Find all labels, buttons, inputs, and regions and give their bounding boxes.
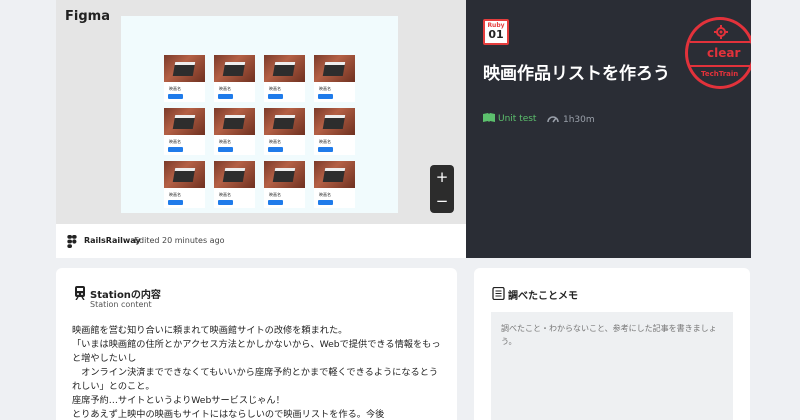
movie-thumbnail	[214, 55, 255, 82]
movie-title: 映画名	[169, 86, 181, 91]
station-content-line: とりあえず上映中の映画もサイトにはならしいので映画リストを作る。今後	[72, 409, 385, 420]
movie-thumbnail	[214, 161, 255, 188]
memo-card: 調べたことメモ	[474, 268, 750, 420]
movie-title: 映画名	[219, 139, 231, 144]
station-content-body: 映画館を営む知り合いに頼まれて映画館サイトの改修を頼まれた。「いまは映画館の住所…	[72, 324, 446, 420]
movie-title: 映画名	[319, 139, 331, 144]
station-content-line: 映画館を営む知り合いに頼まれて映画館サイトの改修を頼まれた。	[72, 325, 348, 336]
movie-title: 映画名	[269, 192, 281, 197]
movie-detail-button	[268, 200, 283, 205]
station-content-subtitle: Station content	[90, 300, 152, 309]
station-hero: Ruby 01 映画作品リストを作ろう Unit test 1h30m clea…	[466, 0, 751, 258]
movie-thumbnail	[264, 161, 305, 188]
zoom-out-button[interactable]: −	[430, 189, 454, 213]
train-icon	[75, 286, 85, 300]
movie-detail-button	[218, 147, 233, 152]
movie-detail-button	[318, 200, 333, 205]
movie-thumbnail	[314, 161, 355, 188]
station-title: 映画作品リストを作ろう	[483, 64, 670, 84]
figma-edited-time: Edited 20 minutes ago	[134, 236, 225, 245]
movie-title: 映画名	[269, 139, 281, 144]
zoom-in-button[interactable]: +	[430, 165, 454, 189]
movie-detail-button	[218, 200, 233, 205]
movie-card: 映画名	[314, 161, 355, 208]
movie-card: 映画名	[314, 55, 355, 102]
movie-detail-button	[318, 94, 333, 99]
movie-card: 映画名	[164, 161, 205, 208]
station-content-card: Stationの内容 Station content 映画館を営む知り合いに頼ま…	[56, 268, 457, 420]
station-badge: Ruby 01	[483, 19, 509, 45]
movie-thumbnail	[264, 108, 305, 135]
movie-card: 映画名	[314, 108, 355, 155]
book-icon	[483, 113, 495, 122]
movie-card: 映画名	[214, 161, 255, 208]
movie-title: 映画名	[169, 192, 181, 197]
badge-number: 01	[488, 28, 504, 41]
movie-title: 映画名	[319, 192, 331, 197]
zoom-controls: + −	[430, 165, 454, 213]
movie-detail-button	[318, 147, 333, 152]
unit-test-text: Unit test	[498, 114, 537, 124]
station-content-title: Stationの内容	[90, 290, 161, 301]
gear-icon	[714, 25, 728, 39]
memo-textarea[interactable]	[491, 312, 733, 420]
movie-detail-button	[168, 200, 183, 205]
speedometer-icon	[547, 116, 559, 123]
movie-thumbnail	[164, 55, 205, 82]
duration-label: 1h30m	[547, 113, 595, 125]
figma-project-name[interactable]: RailsRailway	[84, 236, 141, 245]
figma-logo: Figma	[65, 9, 110, 24]
movie-thumbnail	[314, 108, 355, 135]
unit-test-label: Unit test	[483, 113, 536, 124]
station-content-line: 「いまは映画館の住所とかアクセス方法とかしかないから、Webで提供できる情報をも…	[72, 339, 441, 364]
movie-card: 映画名	[214, 55, 255, 102]
movie-title: 映画名	[319, 86, 331, 91]
figma-embed[interactable]: Figma 映画名 映画名 映画名 映画名 映画名 映画名 映画名 映画名 映画名 映画名 映画名映…	[56, 0, 466, 258]
movie-card: 映画名	[264, 55, 305, 102]
clear-stamp: clear TechTrain	[685, 17, 751, 89]
figma-footer: RailsRailway Edited 20 minutes ago	[56, 224, 466, 258]
movie-thumbnail	[164, 108, 205, 135]
movie-detail-button	[168, 94, 183, 99]
movie-card: 映画名	[164, 108, 205, 155]
movie-thumbnail	[314, 55, 355, 82]
duration-text: 1h30m	[563, 115, 595, 125]
movie-card: 映画名	[264, 108, 305, 155]
movie-title: 映画名	[269, 86, 281, 91]
movie-detail-button	[268, 94, 283, 99]
movie-card: 映画名	[214, 108, 255, 155]
movie-thumbnail	[164, 161, 205, 188]
figma-icon	[67, 235, 77, 248]
stamp-techtrain-text: TechTrain	[701, 70, 739, 78]
movie-thumbnail	[264, 55, 305, 82]
stamp-clear-text: clear	[707, 46, 741, 60]
movie-title: 映画名	[169, 139, 181, 144]
movie-card: 映画名	[264, 161, 305, 208]
movie-detail-button	[268, 147, 283, 152]
movie-title: 映画名	[219, 86, 231, 91]
station-content-line: 座席予約…サイトというよりWebサービスじゃん！	[72, 395, 285, 406]
page: Figma 映画名 映画名 映画名 映画名 映画名 映画名 映画名 映画名 映画名 映画名 映画名映…	[0, 0, 800, 420]
figma-canvas[interactable]: Figma 映画名 映画名 映画名 映画名 映画名 映画名 映画名 映画名 映画名 映画名 映画名映…	[56, 0, 466, 224]
station-content-line: オンライン決済までできなくてもいいから座席予約とかまで軽くできるようになるとうれ…	[72, 367, 439, 392]
movie-detail-button	[218, 94, 233, 99]
movie-card: 映画名	[164, 55, 205, 102]
movie-title: 映画名	[219, 192, 231, 197]
movie-detail-button	[168, 147, 183, 152]
movie-thumbnail	[214, 108, 255, 135]
notes-icon	[492, 287, 505, 300]
memo-title: 調べたことメモ	[508, 291, 578, 302]
figma-frame: 映画名 映画名 映画名 映画名 映画名 映画名 映画名 映画名 映画名 映画名 映画名 映画名	[121, 16, 398, 213]
